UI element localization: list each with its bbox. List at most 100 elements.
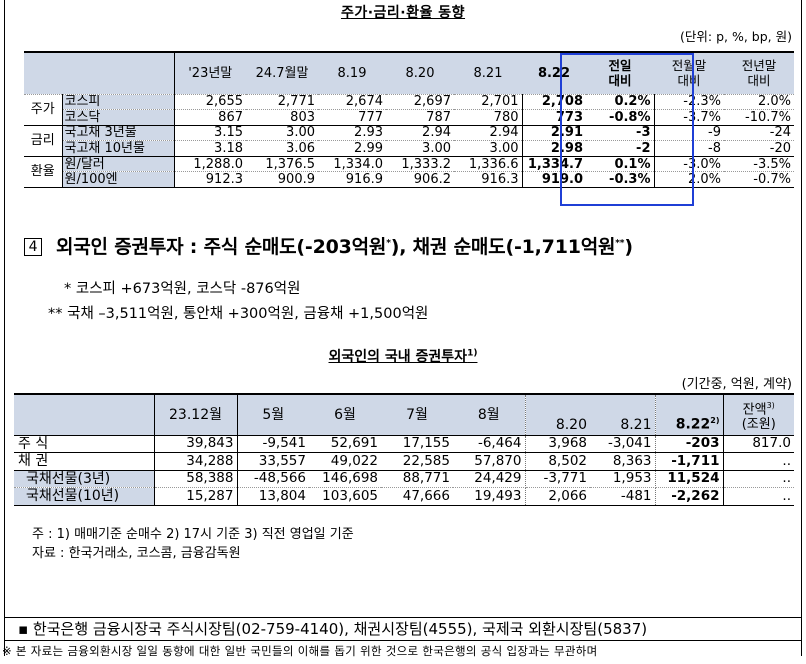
col-header-daily-change: 전일 대비 [586, 53, 654, 95]
cell: 1,333.2 [386, 156, 454, 173]
cell: -1,711 [655, 452, 724, 471]
cell: 13,804 [237, 487, 309, 506]
investment-row: 국채선물(3년) 58,388 -48,566 146,698 88,771 24,429… [14, 470, 794, 488]
heading-part: ), 채권 순매도(-1,711억원 [390, 236, 616, 258]
cell: 2,697 [386, 94, 454, 111]
cell: 867 [174, 109, 246, 126]
title-sup: 1) [467, 348, 478, 359]
cell: 1,376.5 [246, 156, 318, 173]
cell: 1,336.6 [454, 156, 523, 173]
cell: 24,429 [453, 470, 526, 488]
row-group-label: 금리 [24, 125, 63, 157]
cell: 2.98 [522, 140, 586, 157]
cell: 3.18 [174, 140, 246, 157]
row-label: 국고채 10년물 [62, 140, 175, 157]
col-header: 23.12월 [154, 395, 238, 436]
heading-part: ) [624, 236, 633, 258]
cell: 22,585 [381, 452, 453, 471]
cell: -9,541 [237, 435, 309, 453]
cell: 916.3 [454, 171, 523, 189]
market-trend-title: 주가·금리·환율 동향 [340, 5, 466, 21]
cell: 3.00 [386, 140, 454, 157]
cell: -203 [655, 435, 724, 453]
section-number: 4 [24, 238, 42, 256]
cell: 146,698 [309, 470, 381, 488]
cell: 773 [522, 109, 586, 126]
cell: 3.06 [246, 140, 318, 157]
col-header: 5월 [237, 395, 309, 436]
cell: 919.0 [522, 171, 586, 189]
cell: 19,493 [453, 487, 526, 506]
col-header: 8.22 [522, 53, 586, 95]
cell: 1,334.7 [522, 156, 586, 173]
cell: 900.9 [246, 171, 318, 189]
market-row: 주가 코스피 2,655 2,771 2,674 2,697 2,701 2,708 0.2% -… [24, 94, 794, 126]
investment-table: 23.12월 5월 6월 7월 8월 8.20 8.21 8.222) 잔액3)… [14, 393, 794, 506]
col-header: 전월말 대비 [671, 58, 707, 89]
disclaimer: ※ 본 자료는 금융외환시장 일일 동향에 대한 일반 국민들의 이해를 돕기 … [2, 644, 598, 658]
col-header-sub: (조원) [741, 416, 776, 432]
row-label: 코스닥 [62, 109, 175, 126]
market-table: '23년말 24.7월말 8.19 8.20 8.21 8.22 전일 대비 전월… [24, 51, 794, 206]
cell: 906.2 [386, 171, 454, 189]
investment-row: 주 식 39,843 -9,541 52,691 17,155 -6,464 3,968 -3… [14, 435, 794, 453]
bond-note: ** 국채 –3,511억원, 통안채 +300억원, 금융채 +1,500억원 [48, 306, 429, 322]
col-header-monthly-change: 전월말 대비 [654, 53, 724, 95]
cell: -2 [586, 140, 655, 157]
cell: -3.7% [654, 109, 724, 126]
row-label: 주 식 [14, 435, 155, 453]
cell: 3.15 [174, 125, 246, 142]
cell: -48,566 [237, 470, 309, 488]
cell: 2,771 [246, 94, 318, 111]
investment-row: 채 권 34,288 33,557 49,022 22,585 57,870 8,502 8,… [14, 452, 794, 471]
investment-unit-note: (기간중, 억원, 계약) [681, 377, 792, 392]
foreign-investment-heading: 4 외국인 증권투자 : 주식 순매도(-203억원*), 채권 순매도(-1,7… [24, 232, 633, 259]
cell: -9 [654, 125, 724, 142]
cell: -2.3% [654, 94, 724, 111]
cell: 2.0% [654, 171, 724, 189]
col-header-822: 8.222) [655, 395, 724, 436]
cell: 1,953 [590, 470, 656, 488]
cell: 2.94 [386, 125, 454, 142]
cell: -20 [724, 140, 794, 157]
cell: -0.3% [586, 171, 655, 189]
col-header: 7월 [381, 395, 453, 436]
cell: -8 [654, 140, 724, 157]
cell: 916.9 [318, 171, 386, 189]
market-row: 환율 원/달러 1,288.0 1,376.5 1,334.0 1,333.2 1,336.… [24, 156, 794, 189]
foreign-investment-title: 외국인의 국내 증권투자1) [0, 346, 806, 366]
cell: 0.2% [586, 94, 655, 111]
cell: 2.0% [724, 94, 794, 111]
cell: 2.99 [318, 140, 386, 157]
cell: -3,771 [525, 470, 590, 488]
cell: -3,041 [590, 435, 656, 453]
market-row: 금리 국고채 3년물 3.15 3.00 2.93 2.94 2.94 2.91 -3 -9 -24 [24, 125, 794, 157]
cell: 49,022 [309, 452, 381, 471]
col-header: 8.22 [675, 416, 711, 433]
cell: 787 [386, 109, 454, 126]
cell: 803 [246, 109, 318, 126]
cell: .. [723, 470, 794, 488]
cell: -481 [590, 487, 656, 506]
cell: 11,524 [655, 470, 724, 488]
col-header: 전일 대비 [608, 58, 632, 89]
row-label: 국채선물(10년) [14, 487, 155, 506]
col-header-balance: 잔액3) (조원) [723, 395, 794, 436]
col-header: 24.7월말 [246, 53, 318, 95]
cell: -6,464 [453, 435, 526, 453]
cell: -10.7% [724, 109, 794, 126]
cell: 2,674 [318, 94, 386, 111]
row-label: 국고채 3년물 [62, 125, 175, 142]
market-unit-note: (단위: p, %, bp, 원) [680, 29, 792, 44]
col-header: 6월 [309, 395, 381, 436]
cell: 817.0 [723, 435, 794, 453]
market-row: 국고채 10년물 3.18 3.06 2.99 3.00 3.00 2.98 -2 -8 -20 [24, 140, 794, 157]
footnote-source: 자료 : 한국거래소, 코스콤, 금융감독원 [32, 546, 241, 561]
heading-part: 외국인 증권투자 : 주식 순매도(-203억원 [56, 236, 387, 258]
col-header: 8.21 [590, 395, 656, 436]
header-sup: 2) [710, 415, 720, 425]
cell: 47,666 [381, 487, 453, 506]
cell: 3,968 [525, 435, 590, 453]
cell: 88,771 [381, 470, 453, 488]
heading-sup: ** [615, 238, 625, 249]
